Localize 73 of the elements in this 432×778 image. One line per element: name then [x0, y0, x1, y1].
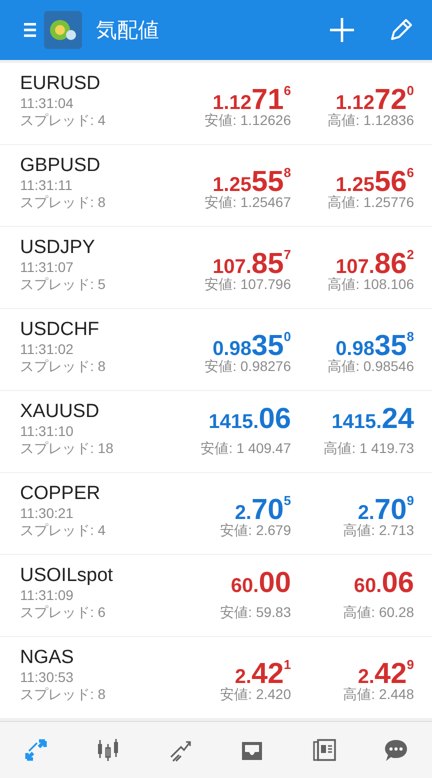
low-price: 安値: 0.98276 [204, 358, 291, 375]
symbol-name: USDJPY [20, 237, 96, 259]
high-price: 高値: 2.713 [343, 522, 414, 539]
low-price: 安値: 1 409.47 [200, 440, 291, 457]
bid-price: 2.42$^{1}$ [234, 656, 291, 686]
bid-price: 60.00 [230, 566, 291, 601]
quote-time: 11:31:02 [20, 341, 74, 358]
symbol-name: COPPER [20, 483, 102, 505]
high-price: 高値: 0.98546 [328, 358, 414, 375]
quote-row[interactable]: EURUSD 11:31:04 スプレッド: 4 1.1271$^{6}$ 安値: 1.12626 1.1272$^{0}$ 高値: 1.12836 [0, 63, 432, 144]
quote-time: 11:31:04 [20, 95, 74, 112]
quote-row[interactable]: COPPER 11:30:21 スプレッド: 4 2.70$^{5}$ 安値: 2.679 2.70$^{9}$ 高値: 2.713 [0, 473, 432, 554]
quote-row[interactable]: XAUUSD 11:31:10 スプレッド: 18 1415.06 安値: 1 409.47 1415.24 高値: 1 419.73 [0, 391, 432, 472]
quote-time: 11:30:21 [20, 505, 74, 522]
spread-label: スプレッド: 18 [20, 440, 114, 457]
low-price: 安値: 107.796 [204, 276, 291, 293]
symbol-name: EURUSD [20, 73, 102, 95]
menu-icon[interactable] [24, 22, 36, 38]
ask-price: 1.2556$^{6}$ [336, 164, 414, 194]
symbol-name: USOILspot [20, 565, 114, 587]
low-price: 安値: 1.12626 [204, 112, 291, 129]
spread-label: スプレッド: 8 [20, 358, 107, 375]
quote-time: 11:31:09 [20, 587, 74, 604]
spread-label: スプレッド: 8 [20, 194, 107, 211]
bid-price: 1.1271$^{6}$ [212, 82, 291, 112]
quote-time: 11:31:10 [20, 423, 74, 440]
bid-price: 107.85$^{7}$ [212, 246, 291, 276]
quote-time: 11:31:07 [20, 259, 74, 276]
symbol-name: NGAS [20, 647, 75, 669]
low-price: 安値: 2.679 [220, 522, 291, 539]
chat-bubble-icon [383, 737, 409, 763]
bid-price: 1415.06 [208, 402, 291, 437]
bid-price: 0.9835$^{0}$ [212, 328, 291, 358]
high-price: 高値: 1 419.73 [324, 440, 414, 457]
ask-price: 60.06 [354, 566, 414, 601]
symbol-name: USDCHF [20, 319, 100, 341]
candlestick-icon [95, 737, 121, 763]
quote-row[interactable]: USDJPY 11:31:07 スプレッド: 5 107.85$^{7}$ 安値: 107.796 107.86$^{2}$ 高値: 108.106 [0, 227, 432, 308]
quote-time: 11:31:11 [20, 177, 74, 194]
high-price: 高値: 1.25776 [328, 194, 414, 211]
newspaper-icon [311, 737, 337, 763]
spread-label: スプレッド: 5 [20, 276, 107, 293]
ask-price: 1415.24 [332, 402, 414, 437]
high-price: 高値: 60.28 [343, 604, 414, 621]
ask-price: 0.9835$^{8}$ [336, 328, 414, 358]
symbol-name: GBPUSD [20, 155, 102, 177]
spread-label: スプレッド: 8 [20, 686, 107, 703]
add-icon[interactable] [328, 16, 356, 44]
spread-label: スプレッド: 4 [20, 522, 107, 539]
quote-row[interactable]: USOILspot 11:31:09 スプレッド: 6 60.00 安値: 59.83 60.06 高値: 60.28 [0, 555, 432, 636]
pencil-icon[interactable] [388, 17, 414, 43]
high-price: 高値: 108.106 [328, 276, 414, 293]
symbol-name: XAUUSD [20, 401, 100, 423]
arrows-icon [23, 737, 49, 763]
screen-title: 気配値 [96, 18, 159, 44]
high-price: 高値: 2.448 [343, 686, 414, 703]
ask-price: 107.86$^{2}$ [336, 246, 414, 276]
quote-time: 11:30:53 [20, 669, 74, 686]
spread-label: スプレッド: 6 [20, 604, 107, 621]
low-price: 安値: 2.420 [220, 686, 291, 703]
ask-price: 1.1272$^{0}$ [336, 82, 414, 112]
ask-price: 2.42$^{9}$ [358, 656, 414, 686]
low-price: 安値: 59.83 [220, 604, 291, 621]
high-price: 高値: 1.12836 [328, 112, 414, 129]
app-logo-icon [44, 11, 82, 49]
quote-row[interactable]: GBPUSD 11:31:11 スプレッド: 8 1.2555$^{8}$ 安値: 1.25467 1.2556$^{6}$ 高値: 1.25776 [0, 145, 432, 226]
spread-label: スプレッド: 4 [20, 112, 107, 129]
bid-price: 1.2555$^{8}$ [212, 164, 291, 194]
quote-row[interactable]: NGAS 11:30:53 スプレッド: 8 2.42$^{1}$ 安値: 2.420 2.42$^{9}$ 高値: 2.448 [0, 637, 432, 718]
bid-price: 2.70$^{5}$ [234, 492, 291, 522]
ask-price: 2.70$^{9}$ [358, 492, 414, 522]
low-price: 安値: 1.25467 [204, 194, 291, 211]
quote-row[interactable]: USDCHF 11:31:02 スプレッド: 8 0.9835$^{0}$ 安値: 0.98276 0.9835$^{8}$ 高値: 0.98546 [0, 309, 432, 390]
